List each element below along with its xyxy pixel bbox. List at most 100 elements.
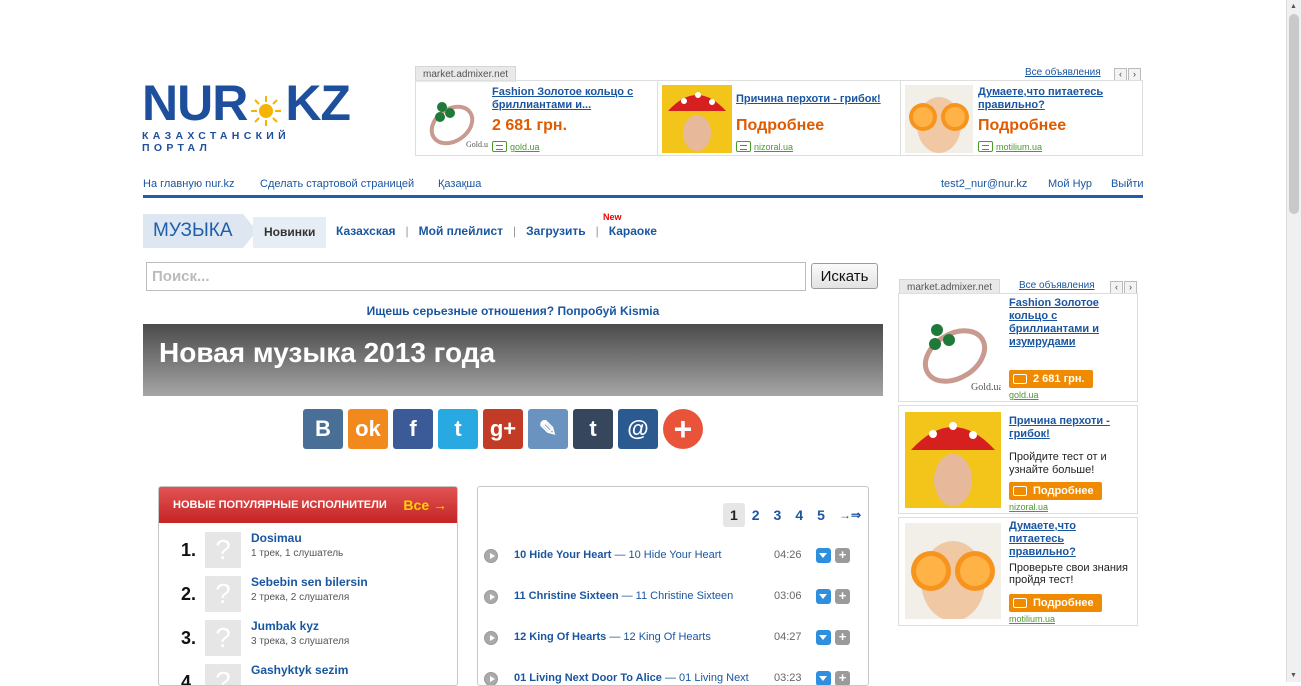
artist-row[interactable]: 1. ? Dosimau 1 трек, 1 слушатель — [181, 531, 441, 576]
right-ad-title[interactable]: Причина перхоти - грибок! — [1009, 415, 1129, 441]
logout-link[interactable]: Выйти — [1111, 178, 1144, 190]
all-artists-link[interactable]: Все → — [403, 487, 447, 523]
home-link[interactable]: На главную nur.kz — [143, 178, 235, 190]
add-to-playlist-icon[interactable]: + — [835, 630, 850, 645]
section-title[interactable]: МУЗЫКА — [143, 214, 257, 248]
mailru-icon[interactable]: @ — [618, 409, 658, 449]
artist-name[interactable]: Jumbak kyz — [251, 619, 319, 633]
track-duration: 04:27 — [774, 631, 802, 643]
twitter-icon[interactable]: t — [438, 409, 478, 449]
ad-title[interactable]: Fashion Золотое кольцо с бриллиантами и.… — [492, 86, 652, 112]
add-to-playlist-icon[interactable]: + — [835, 548, 850, 563]
right-ad-button[interactable]: Подробнее — [1009, 594, 1102, 612]
kismia-promo-link[interactable]: Ищешь серьезные отношения? Попробуй Kism… — [143, 304, 883, 318]
site-logo[interactable]: NUR KZ КАЗАХСТАНСКИЙ ПОРТАЛ — [142, 78, 358, 154]
track-title[interactable]: 01 Living Next Door To Alice — 01 Living… — [514, 672, 749, 684]
livejournal-icon[interactable]: ✎ — [528, 409, 568, 449]
new-badge: New — [603, 212, 622, 222]
ad-site-link[interactable]: gold.ua — [510, 142, 540, 152]
right-ad-button[interactable]: 2 681 грн. — [1009, 370, 1093, 388]
ad-title[interactable]: Причина перхоти - грибок! — [736, 93, 881, 105]
right-ad-item[interactable]: Думаете,что питаетесь правильно? Проверь… — [898, 517, 1138, 626]
right-all-ads-link[interactable]: Все объявления — [1019, 280, 1095, 291]
top-ad-item[interactable]: Думаете,что питаетесь правильно? Подробн… — [901, 81, 1142, 155]
all-ads-link[interactable]: Все объявления — [1025, 67, 1101, 78]
header-divider — [143, 195, 1143, 198]
track-row: 01 Living Next Door To Alice — 01 Living… — [484, 671, 854, 685]
tab-kazakh[interactable]: Казахская — [336, 224, 396, 238]
svg-text:Gold.ua: Gold.ua — [971, 382, 1001, 393]
right-ad-site-link[interactable]: gold.ua — [1009, 390, 1039, 400]
sun-icon — [249, 86, 283, 126]
vertical-scrollbar[interactable]: ▲ ▼ — [1286, 0, 1301, 682]
page-5[interactable]: 5 — [810, 503, 832, 527]
make-start-page-link[interactable]: Сделать стартовой страницей — [260, 178, 414, 190]
right-ad-title[interactable]: Fashion Золотое кольцо с бриллиантами и … — [1009, 297, 1129, 349]
artist-row[interactable]: 2. ? Sebebin sen bilersin 2 трека, 2 слу… — [181, 575, 441, 620]
ad-site-link[interactable]: nizoral.ua — [754, 142, 793, 152]
orange-eyes-image — [905, 523, 1001, 619]
odnoklassniki-icon[interactable]: ok — [348, 409, 388, 449]
right-ad-button[interactable]: Подробнее — [1009, 482, 1102, 500]
play-icon[interactable] — [484, 549, 498, 563]
play-icon[interactable] — [484, 672, 498, 685]
artist-name[interactable]: Sebebin sen bilersin — [251, 575, 368, 589]
top-ad-item[interactable]: Причина перхоти - грибок! Подробнее nizo… — [658, 81, 901, 155]
page-3[interactable]: 3 — [767, 503, 789, 527]
social-share-bar: Bok f t g+ ✎ t @ + — [303, 409, 708, 449]
top-ad-item[interactable]: Gold.ua Fashion Золотое кольцо с бриллиа… — [416, 81, 658, 155]
tab-karaoke[interactable]: Караоке — [609, 224, 657, 238]
scrollbar-thumb[interactable] — [1289, 14, 1299, 214]
download-icon[interactable] — [816, 589, 831, 604]
more-plus-icon[interactable]: + — [663, 409, 703, 449]
download-icon[interactable] — [816, 671, 831, 685]
ad-cta[interactable]: Подробнее — [978, 117, 1066, 135]
cart-icon — [978, 141, 993, 153]
kazakh-language-link[interactable]: Қазақша — [438, 178, 481, 190]
ad-site-link[interactable]: motilium.ua — [996, 142, 1042, 152]
right-ad-title[interactable]: Думаете,что питаетесь правильно? — [1009, 520, 1129, 559]
track-title[interactable]: 11 Christine Sixteen — 11 Christine Sixt… — [514, 590, 733, 602]
next-page-link[interactable]: →⇒ — [832, 503, 868, 527]
artist-name[interactable]: Gashyktyk sezim — [251, 663, 348, 677]
right-ad-item[interactable]: Причина перхоти - грибок! Пройдите тест … — [898, 405, 1138, 514]
play-icon[interactable] — [484, 631, 498, 645]
add-to-playlist-icon[interactable]: + — [835, 671, 850, 685]
right-ad-site-link[interactable]: nizoral.ua — [1009, 502, 1048, 512]
play-icon[interactable] — [484, 590, 498, 604]
artist-rank: 1. — [181, 540, 197, 560]
ad-cta[interactable]: Подробнее — [736, 117, 824, 135]
download-icon[interactable] — [816, 630, 831, 645]
search-button[interactable]: Искать — [811, 263, 878, 289]
user-email-link[interactable]: test2_nur@nur.kz — [941, 178, 1027, 190]
tab-my-playlist[interactable]: Мой плейлист — [419, 224, 503, 238]
avatar-placeholder-icon: ? — [205, 664, 241, 685]
tab-new[interactable]: Новинки — [253, 217, 327, 248]
panel-title: НОВЫЕ ПОПУЛЯРНЫЕ ИСПОЛНИТЕЛИ — [173, 499, 387, 511]
artist-row[interactable]: 4. ? Gashyktyk sezim — [181, 663, 441, 685]
track-title[interactable]: 12 King Of Hearts — 12 King Of Hearts — [514, 631, 711, 643]
track-duration: 03:06 — [774, 590, 802, 602]
right-ad-site-link[interactable]: motilium.ua — [1009, 614, 1055, 624]
page-1[interactable]: 1 — [722, 503, 745, 527]
tumblr-icon[interactable]: t — [573, 409, 613, 449]
download-icon[interactable] — [816, 548, 831, 563]
tab-upload[interactable]: Загрузить — [526, 224, 585, 238]
vk-icon[interactable]: B — [303, 409, 343, 449]
scroll-up-icon[interactable]: ▲ — [1290, 3, 1297, 10]
facebook-icon[interactable]: f — [393, 409, 433, 449]
my-nur-link[interactable]: Мой Нур — [1048, 178, 1092, 190]
track-title[interactable]: 10 Hide Your Heart — 10 Hide Your Heart — [514, 549, 721, 561]
artist-row[interactable]: 3. ? Jumbak kyz 3 трека, 3 слушателя — [181, 619, 441, 664]
page-2[interactable]: 2 — [745, 503, 767, 527]
pagination: 1 2 3 4 5 →⇒ — [722, 503, 868, 527]
artist-name[interactable]: Dosimau — [251, 531, 302, 545]
right-ad-item[interactable]: Gold.ua Fashion Золотое кольцо с бриллиа… — [898, 293, 1138, 402]
google-plus-icon[interactable]: g+ — [483, 409, 523, 449]
add-to-playlist-icon[interactable]: + — [835, 589, 850, 604]
search-input[interactable]: Поиск... — [146, 262, 806, 291]
ad-title[interactable]: Думаете,что питаетесь правильно? — [978, 86, 1128, 112]
page-4[interactable]: 4 — [788, 503, 810, 527]
ring-image: Gold.ua — [420, 85, 492, 153]
scroll-down-icon[interactable]: ▼ — [1290, 672, 1297, 679]
